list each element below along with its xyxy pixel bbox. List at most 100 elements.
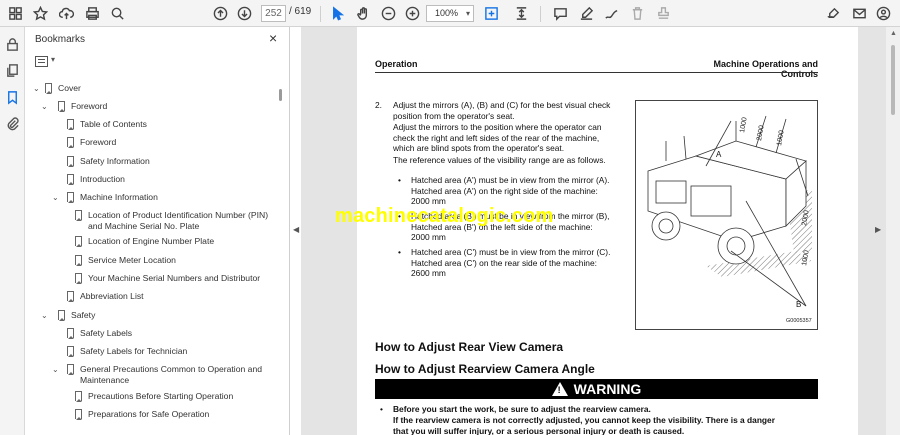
bullet-glyph: •	[398, 247, 401, 257]
bookmark-icon	[67, 119, 74, 130]
stamp-icon[interactable]	[654, 4, 673, 23]
previous-page-icon[interactable]	[211, 4, 230, 23]
collapse-right-panel-icon[interactable]: ▶	[875, 225, 881, 234]
bookmark-item-foreword[interactable]: Foreword	[67, 137, 116, 148]
zoom-out-icon[interactable]	[379, 4, 398, 23]
bookmark-star-icon[interactable]	[31, 4, 50, 23]
left-navigation-rail	[0, 27, 25, 435]
comment-icon[interactable]	[551, 4, 570, 23]
scrollbar-thumb[interactable]	[891, 45, 895, 115]
scrollbar-thumb[interactable]	[279, 89, 282, 101]
bookmark-item-safety-labels[interactable]: Safety Labels	[67, 328, 132, 339]
share-email-icon[interactable]	[850, 4, 869, 23]
chevron-down-icon[interactable]: ⌄	[41, 310, 48, 321]
page-header-section: Operation	[375, 59, 418, 69]
zoom-in-icon[interactable]	[403, 4, 422, 23]
scroll-up-icon[interactable]: ▲	[890, 30, 897, 37]
fit-page-icon[interactable]	[482, 4, 501, 23]
close-icon[interactable]: ×	[269, 30, 277, 46]
figure-code: G0005357	[786, 318, 812, 324]
bookmark-item-general-precautions[interactable]: ⌄ General Precautions Common to Operation…	[52, 364, 262, 386]
lock-icon[interactable]	[5, 37, 20, 52]
dimension-label: 1000	[801, 250, 811, 267]
warning-symbol: !	[557, 385, 561, 395]
hand-tool-icon[interactable]	[354, 4, 373, 23]
step-line: check the right and left sides of the re…	[393, 132, 600, 143]
warning-text: Before you start the work, be sure to ad…	[393, 404, 818, 435]
bookmark-item-safety[interactable]: ⌄ Safety	[41, 310, 95, 321]
bookmark-icon	[75, 210, 82, 221]
bullet-line: 2000 mm	[411, 196, 446, 206]
chevron-down-icon[interactable]: ⌄	[41, 101, 48, 112]
chevron-down-icon[interactable]: ⌄	[52, 192, 59, 203]
bookmark-icon	[67, 137, 74, 148]
bookmark-item-table-of-contents[interactable]: Table of Contents	[67, 119, 147, 130]
attachments-paperclip-icon[interactable]	[5, 116, 20, 131]
document-scrollbar[interactable]: ▲	[886, 27, 900, 435]
bookmark-item-foreword-group[interactable]: ⌄ Foreword	[41, 101, 107, 112]
bookmark-icon	[75, 409, 82, 420]
warning-line: that you will suffer injury, or a seriou…	[393, 425, 685, 435]
fill-sign-icon[interactable]	[824, 4, 843, 23]
draw-freehand-icon[interactable]	[602, 4, 621, 23]
delete-trash-icon[interactable]	[628, 4, 647, 23]
page-header-chapter: Machine Operations and Controls	[713, 59, 818, 79]
bookmark-item-safety-information[interactable]: Safety Information	[67, 156, 150, 167]
warning-line: If the rearview camera is not correctly …	[393, 414, 775, 425]
step-number: 2.	[375, 100, 382, 110]
bullet-line: Hatched area (A') on the right side of t…	[411, 185, 598, 196]
bookmark-icon	[67, 291, 74, 302]
page-thumbnails-icon[interactable]	[6, 4, 25, 23]
panel-scrollbar[interactable]	[279, 87, 283, 430]
bookmark-item-pin-location[interactable]: Location of Product Identification Numbe…	[75, 210, 268, 232]
bullet-glyph: •	[380, 404, 383, 414]
label-mirror-a: A	[716, 150, 722, 159]
bookmark-item-safety-labels-technician[interactable]: Safety Labels for Technician	[67, 346, 187, 357]
bookmark-item-abbreviation-list[interactable]: Abbreviation List	[67, 291, 144, 302]
chevron-down-icon[interactable]: ⌄	[33, 83, 40, 94]
bullet-line: 2000 mm	[411, 232, 446, 242]
page-thumbnails-rail-icon[interactable]	[5, 63, 20, 78]
step-line: position from the operator's seat.	[393, 110, 515, 121]
scroll-mode-icon[interactable]	[512, 4, 531, 23]
account-user-icon[interactable]	[874, 4, 893, 23]
select-cursor-icon[interactable]	[328, 4, 347, 23]
chevron-down-icon: ▾	[51, 55, 56, 64]
bookmark-item-introduction[interactable]: Introduction	[67, 174, 125, 185]
warning-triangle-icon: !	[551, 382, 568, 396]
cloud-upload-icon[interactable]	[57, 4, 76, 23]
bookmark-item-cover[interactable]: ⌄ Cover	[33, 83, 81, 94]
collapse-left-panel-icon[interactable]: ◀	[293, 225, 299, 234]
bookmark-icon	[75, 236, 82, 247]
bookmarks-rail-icon[interactable]	[5, 90, 20, 105]
dimension-label: 2000	[756, 125, 766, 142]
bookmark-icon	[67, 328, 74, 339]
bookmark-item-service-meter[interactable]: Service Meter Location	[75, 255, 176, 266]
bookmark-item-serial-numbers[interactable]: Your Machine Serial Numbers and Distribu…	[75, 273, 260, 284]
bookmark-icon	[75, 273, 82, 284]
bookmark-icon	[75, 255, 82, 266]
bookmark-item-machine-information[interactable]: ⌄ Machine Information	[52, 192, 158, 203]
find-magnifier-icon[interactable]	[108, 4, 127, 23]
step-line: The reference values of the visibility r…	[393, 154, 606, 165]
bullet-line: Hatched area (B') on the left side of th…	[411, 221, 593, 232]
bookmark-item-preparations-safe-operation[interactable]: Preparations for Safe Operation	[75, 409, 209, 420]
toolbar-divider	[540, 6, 541, 22]
bookmark-item-precautions-before-starting[interactable]: Precautions Before Starting Operation	[75, 391, 233, 402]
highlight-pen-icon[interactable]	[577, 4, 596, 23]
warning-label: WARNING	[573, 381, 642, 397]
page-number-input[interactable]: 252	[261, 5, 286, 22]
panel-title: Bookmarks	[35, 34, 86, 45]
bookmark-item-engine-number-plate[interactable]: Location of Engine Number Plate	[75, 236, 214, 247]
bookmark-options-button[interactable]: ▾	[35, 55, 61, 69]
bullet-glyph: •	[398, 211, 401, 221]
chevron-down-icon[interactable]: ⌄	[52, 364, 59, 375]
chevron-down-icon: ▾	[465, 9, 470, 18]
bullet-glyph: •	[398, 175, 401, 185]
bullet-line: Hatched area (C') on the rear side of th…	[411, 257, 597, 268]
print-icon[interactable]	[83, 4, 102, 23]
warning-banner: ! WARNING	[375, 379, 818, 399]
zoom-select[interactable]: 100% ▾	[426, 5, 474, 22]
next-page-icon[interactable]	[235, 4, 254, 23]
bookmark-icon	[67, 346, 74, 357]
